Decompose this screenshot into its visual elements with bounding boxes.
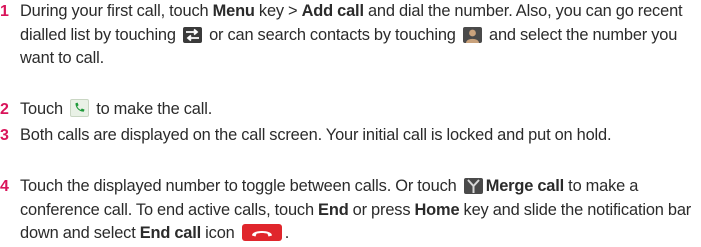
step-text: Both calls are displayed on the call scr… (20, 126, 612, 144)
step-2: 2 Touch to make the call. (0, 98, 695, 122)
step-number: 4 (0, 178, 9, 195)
step-text: Touch the displayed number to toggle bet… (20, 177, 692, 242)
step-number: 2 (0, 101, 9, 118)
step-number: 3 (0, 127, 9, 144)
step-text: Touch to make the call. (20, 99, 213, 118)
recent-calls-icon (182, 26, 202, 43)
step-1: 1 During your first call, touch Menu key… (0, 0, 695, 71)
step-3: 3 Both calls are displayed on the call s… (0, 124, 695, 148)
merge-call-icon (463, 178, 483, 194)
end-call-icon (241, 224, 282, 241)
add-call-label: Add call (301, 2, 364, 20)
menu-key-label: Menu (212, 2, 255, 20)
end-label: End (318, 200, 349, 219)
merge-call-label: Merge call (485, 177, 565, 195)
phone-call-icon (70, 99, 90, 117)
end-call-label: End call (139, 224, 202, 242)
step-4: 4 Touch the displayed number to toggle b… (0, 175, 695, 246)
instruction-list: 1 During your first call, touch Menu key… (0, 0, 701, 247)
step-number: 1 (0, 3, 9, 20)
home-key-label: Home (414, 200, 460, 219)
contacts-icon (462, 26, 482, 43)
step-text: During your first call, touch Menu key >… (20, 2, 683, 67)
